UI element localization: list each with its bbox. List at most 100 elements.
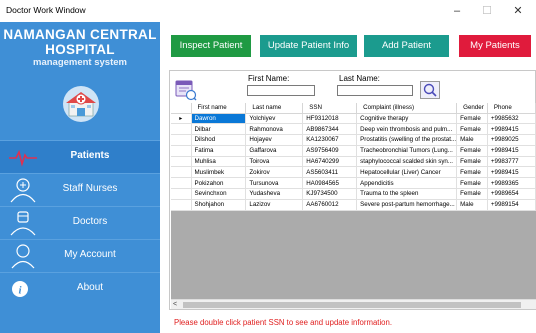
table-row[interactable]: Muslimbek Zokirov AS5603411 Hepatocellular … [171,166,536,179]
table-cell[interactable]: Female [456,145,488,157]
table-cell[interactable]: Hojayev [245,134,304,146]
table-cell[interactable]: staphylococcal scalded skin syn... [356,156,458,168]
table-cell[interactable]: HF9312018 [302,113,358,125]
table-row[interactable]: Dilshod Hojayev KA1230067 Prostatitis (swel… [171,134,536,146]
table-cell[interactable]: +9985632 [487,113,536,125]
row-header[interactable]: ▸ [171,113,192,125]
add-patient-button[interactable]: Add Patient [364,35,449,57]
table-cell[interactable]: +9989365 [487,177,536,190]
table-cell[interactable]: AB9867344 [302,123,358,136]
table-cell[interactable]: Zokirov [245,166,304,179]
table-cell[interactable]: Dawron [191,113,247,125]
my-patients-button[interactable]: My Patients [459,35,531,57]
title-bar: Doctor Work Window – ☐ ✕ [0,0,536,22]
table-cell[interactable]: Appendicitis [356,177,458,190]
table-cell[interactable]: Female [456,188,488,200]
table-cell[interactable]: Lazizov [245,199,304,211]
table-cell[interactable]: +9989654 [487,188,536,200]
table-cell[interactable]: Tursunova [245,177,304,190]
table-cell[interactable]: Fatima [191,145,247,157]
table-cell[interactable]: Dilshod [191,134,247,146]
sidebar-item-about[interactable]: i About [0,272,160,305]
row-header[interactable] [171,166,192,179]
sidebar-item-doctors[interactable]: Doctors [0,206,160,239]
table-cell[interactable]: AA6760012 [302,199,358,211]
table-cell[interactable]: Pokizahon [191,177,247,190]
inspect-patient-button[interactable]: Inspect Patient [171,35,251,57]
table-cell[interactable]: Male [456,199,488,211]
row-header[interactable] [171,199,192,211]
table-cell[interactable]: KA1230067 [302,134,358,146]
table-cell[interactable]: +9989025 [487,134,536,146]
table-cell[interactable]: +9989154 [487,199,536,211]
table-row[interactable]: Pokizahon Tursunova HA0984565 Appendicitis F… [171,177,536,190]
table-cell[interactable]: Gaffarova [245,145,304,157]
column-header-gender[interactable]: Gender [456,103,488,114]
scrollbar-thumb[interactable] [183,302,521,308]
table-cell[interactable]: AS5603411 [302,166,358,179]
table-cell[interactable]: Shohjahon [191,199,247,211]
sidebar-item-staff-nurses[interactable]: Staff Nurses [0,173,160,206]
table-cell[interactable]: Female [456,166,488,179]
maximize-button[interactable]: ☐ [475,2,499,20]
table-cell[interactable]: Muslimbek [191,166,247,179]
table-cell[interactable]: +9983777 [487,156,536,168]
update-patient-info-button[interactable]: Update Patient Info [260,35,357,57]
table-cell[interactable]: AS9756409 [302,145,358,157]
scroll-left-icon[interactable]: < [173,301,177,308]
table-row[interactable]: Dilbar Rahmonova AB9867344 Deep vein thromb… [171,123,536,136]
table-row[interactable]: ▸ Dawron Yolchiyev HF9312018 Cognitive thera… [171,113,536,125]
table-cell[interactable]: Sevinchxon [191,188,247,200]
table-cell[interactable]: Female [456,177,488,190]
table-cell[interactable]: HA6740299 [302,156,358,168]
table-cell[interactable]: Cognitive therapy [356,113,458,125]
table-cell[interactable]: HA0984565 [302,177,358,190]
table-cell[interactable]: Female [456,156,488,168]
table-cell[interactable]: Yolchiyev [245,113,304,125]
search-button[interactable] [420,81,440,99]
table-cell[interactable]: +9989415 [487,166,536,179]
table-cell[interactable]: Prostatitis (swelling of the prostat... [356,134,458,146]
table-cell[interactable]: Dilbar [191,123,247,136]
row-header[interactable] [171,188,192,200]
table-cell[interactable]: Female [456,123,488,136]
table-cell[interactable]: Hepatocellular (Liver) Cancer [356,166,458,179]
doctor-icon [10,211,36,236]
last-name-input[interactable] [337,85,413,96]
table-cell[interactable]: +9989415 [487,145,536,157]
table-cell[interactable]: Toirova [245,156,304,168]
row-header[interactable] [171,145,192,157]
row-header[interactable] [171,123,192,136]
horizontal-scrollbar[interactable]: < [171,299,536,309]
row-header[interactable] [171,177,192,190]
table-cell[interactable]: Trauma to the spleen [356,188,458,200]
column-header-first-name[interactable]: First name [191,103,247,114]
table-cell[interactable]: Deep vein thrombosis and pulm... [356,123,458,136]
minimize-button[interactable]: – [445,2,469,20]
column-header-last-name[interactable]: Last name [245,103,304,114]
table-row[interactable]: Sevinchxon Yudasheva KJ9734500 Trauma to th… [171,188,536,200]
row-header[interactable] [171,156,192,168]
table-cell[interactable]: Rahmonova [245,123,304,136]
first-name-input[interactable] [247,85,315,96]
table-cell[interactable]: KJ9734500 [302,188,358,200]
search-icon [423,83,437,97]
row-header-corner [171,103,192,114]
table-row[interactable]: Muhlisa Toirova HA6740299 staphylococcal sc… [171,156,536,168]
close-button[interactable]: ✕ [506,2,530,20]
row-header[interactable] [171,134,192,146]
table-cell[interactable]: Severe post-partum hemorrhage... [356,199,458,211]
table-row[interactable]: Shohjahon Lazizov AA6760012 Severe post-par… [171,199,536,211]
table-cell[interactable]: Yudasheva [245,188,304,200]
table-cell[interactable]: Muhlisa [191,156,247,168]
sidebar-item-patients[interactable]: Patients [0,140,160,173]
table-cell[interactable]: Tracheobronchial Tumors (Lung... [356,145,458,157]
table-row[interactable]: Fatima Gaffarova AS9756409 Tracheobronchial… [171,145,536,157]
column-header-complaint[interactable]: Complaint (illness) [356,103,458,114]
column-header-phone[interactable]: Phone [487,103,536,114]
table-cell[interactable]: +9989415 [487,123,536,136]
table-cell[interactable]: Female [456,113,488,125]
sidebar-item-my-account[interactable]: My Account [0,239,160,272]
column-header-ssn[interactable]: SSN [302,103,358,114]
table-cell[interactable]: Male [456,134,488,146]
